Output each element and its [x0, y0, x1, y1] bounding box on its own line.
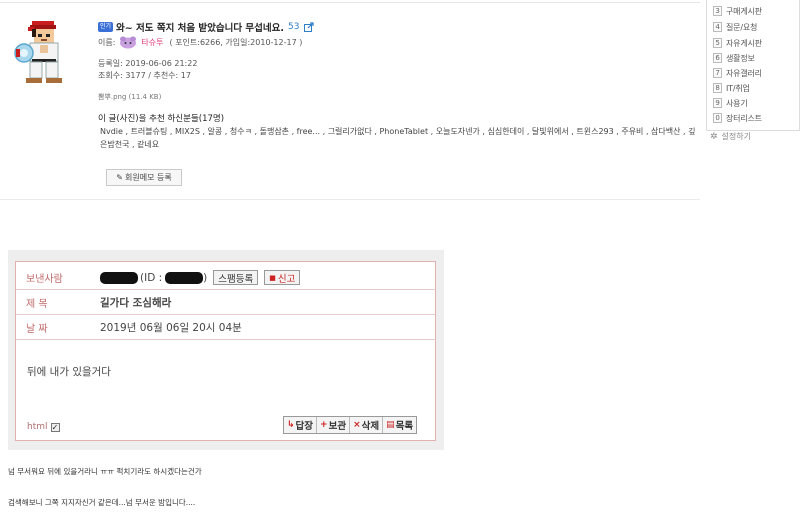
- side-item-label: 사용기: [726, 98, 748, 108]
- side-item-purchase[interactable]: 3 구매게시판: [713, 5, 762, 17]
- side-board-menu: 3 구매게시판 4 질문/요청 5 자유게시판 6 생활정보 7 자유갤러리 8 IT/취업…: [706, 0, 800, 131]
- report-button[interactable]: ■ 신고: [264, 270, 301, 285]
- date-label: 날 짜: [26, 324, 48, 335]
- side-item-label: 자유갤러리: [726, 68, 762, 78]
- spam-button[interactable]: 스팸등록: [213, 270, 259, 285]
- side-item-free-gallery[interactable]: 7 자유갤러리: [713, 67, 762, 79]
- side-item-number: 8: [713, 83, 722, 93]
- side-item-number: 3: [713, 6, 722, 16]
- side-item-number: 6: [713, 53, 722, 63]
- message-screenshot: 보낸사람 (ID : ) 스팸등록 ■ 신고 제 목 길가다 조심해라 날 짜 2…: [8, 250, 444, 450]
- settings-link[interactable]: ✲ 설정하기: [710, 131, 751, 142]
- recommenders-title: 이 글(사진)을 추천 하신분들(17명): [98, 114, 225, 124]
- redacted-id: [165, 271, 204, 284]
- reply-icon: ↳: [287, 420, 295, 430]
- html-label: html: [27, 422, 48, 432]
- message-box: 보낸사람 (ID : ) 스팸등록 ■ 신고 제 목 길가다 조심해라 날 짜 2…: [15, 261, 436, 441]
- list-button[interactable]: ▤ 목록: [383, 417, 416, 433]
- member-memo-button[interactable]: ✎ 회원메모 등록: [106, 169, 182, 186]
- side-item-number: 4: [713, 22, 722, 32]
- message-body: 뒤에 내가 있을거다: [27, 366, 111, 378]
- sender-row: 보낸사람 (ID : ) 스팸등록 ■ 신고: [16, 266, 435, 290]
- subject-row: 제 목 길가다 조심해라: [16, 291, 435, 315]
- post-title: 와~ 저도 쪽지 처음 받았습니다 무섭네요.: [116, 22, 284, 34]
- side-item-number: 0: [713, 113, 722, 123]
- side-item-number: 7: [713, 68, 722, 78]
- user-avatar: [14, 21, 62, 83]
- post-text-line-1: 넘 무서워요 뒤에 있을거라니 ㅠㅠ 퍽치기라도 하시겠다는건가: [8, 467, 202, 476]
- archive-label: 보관: [328, 421, 347, 432]
- recommenders-list: Nvdie , 트러블슈팅 , MIX2S , 알콩 , 청수ㅋ , 돌맹삼촌 …: [100, 127, 696, 149]
- side-item-label: 장터리스트: [726, 113, 762, 123]
- sender-label: 보낸사람: [26, 274, 63, 285]
- subject-label: 제 목: [26, 299, 48, 310]
- subject-value: 길가다 조심해라: [100, 297, 172, 309]
- post-date: 등록일: 2019-06-06 21:22: [98, 59, 198, 68]
- report-icon: ■: [269, 273, 276, 282]
- redacted-name: [100, 271, 138, 284]
- side-item-reviews[interactable]: 9 사용기: [713, 97, 748, 109]
- side-item-label: 자유게시판: [726, 38, 762, 48]
- side-item-label: 생활정보: [726, 53, 755, 63]
- sender-id-suffix: ): [203, 271, 208, 284]
- side-item-question[interactable]: 4 질문/요청: [713, 21, 757, 33]
- delete-icon: ×: [353, 420, 361, 430]
- html-checkbox[interactable]: ✓: [50, 422, 60, 432]
- date-row: 날 짜 2019년 06월 06일 20시 04분: [16, 316, 435, 340]
- message-actions: ↳ 답장 + 보관 × 삭제 ▤ 목록: [283, 416, 418, 434]
- side-item-number: 9: [713, 98, 722, 108]
- side-item-life-info[interactable]: 6 생활정보: [713, 52, 755, 64]
- gear-icon: ✲: [710, 131, 718, 142]
- nickname-icon: [120, 36, 137, 49]
- settings-label: 설정하기: [721, 132, 751, 141]
- author-nickname[interactable]: 타슈투: [141, 37, 163, 48]
- post-text-line-2: 검색해보니 그쪽 지지자신거 같은데...넘 무서운 밤입니다....: [8, 498, 196, 507]
- side-item-it-jobs[interactable]: 8 IT/취업: [713, 82, 750, 94]
- post-views: 조회수: 3177 / 추천수: 17: [98, 71, 191, 80]
- side-item-label: 구매게시판: [726, 6, 762, 16]
- post-divider: [0, 199, 700, 200]
- sender-id-prefix: (ID :: [140, 271, 163, 284]
- date-value: 2019년 06월 06일 20시 04분: [100, 322, 242, 334]
- side-item-number: 5: [713, 38, 722, 48]
- post-title-row: 인기 와~ 저도 쪽지 처음 받았습니다 무섭네요. 53: [98, 20, 315, 34]
- side-item-label: 질문/요청: [726, 22, 758, 32]
- sender-value: (ID : ) 스팸등록 ■ 신고: [100, 270, 301, 285]
- memo-icon: ✎: [116, 173, 123, 182]
- author-row: 이름: 타슈투 ( 포인트:6266, 가입일:2010-12-17 ): [98, 34, 302, 50]
- report-label: 신고: [277, 273, 296, 285]
- reply-label: 답장: [295, 421, 314, 432]
- attachment-link[interactable]: 뽐뿌.png (11.4 KB): [98, 92, 161, 102]
- reply-button[interactable]: ↳ 답장: [284, 417, 318, 433]
- name-label: 이름:: [98, 37, 116, 47]
- share-icon[interactable]: [304, 21, 315, 32]
- top-divider: [0, 2, 700, 3]
- member-memo-label: 회원메모 등록: [125, 173, 172, 182]
- comment-count[interactable]: 53: [288, 22, 299, 32]
- author-info: ( 포인트:6266, 가입일:2010-12-17 ): [169, 37, 303, 47]
- side-item-market-list[interactable]: 0 장터리스트: [713, 112, 762, 124]
- delete-label: 삭제: [361, 421, 380, 432]
- delete-button[interactable]: × 삭제: [350, 417, 384, 433]
- side-item-free-board[interactable]: 5 자유게시판: [713, 37, 762, 49]
- plus-icon: +: [320, 420, 328, 430]
- hot-badge: 인기: [98, 21, 114, 32]
- html-option: html ✓: [27, 422, 60, 432]
- archive-button[interactable]: + 보관: [317, 417, 351, 433]
- side-item-label: IT/취업: [726, 83, 750, 93]
- list-label: 목록: [395, 421, 414, 432]
- list-icon: ▤: [386, 420, 395, 430]
